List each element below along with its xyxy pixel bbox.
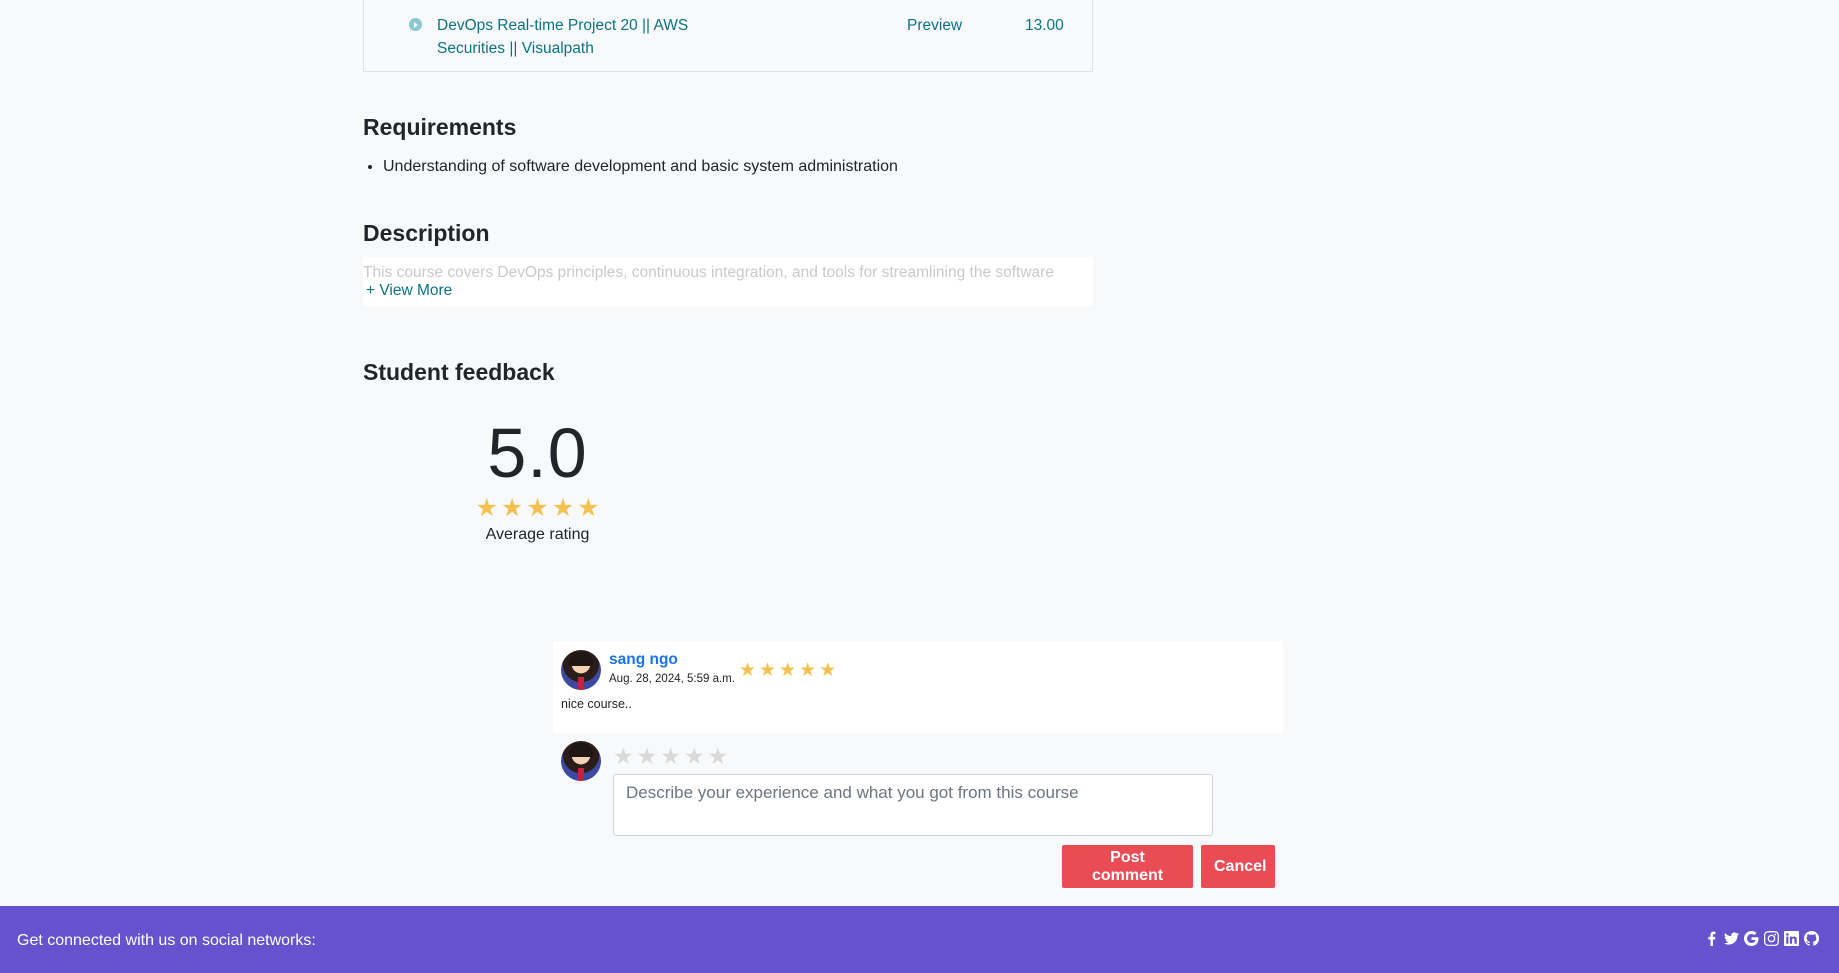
requirements-heading: Requirements <box>363 114 517 140</box>
description-box: This course covers DevOps principles, co… <box>363 257 1093 306</box>
curriculum-lecture-row[interactable]: DevOps Real-time Project 20 || AWS Secur… <box>363 0 1093 72</box>
github-icon[interactable] <box>1803 930 1819 947</box>
comment-form: ★ ★ ★ ★ ★ Post comment Cancel <box>553 737 1283 897</box>
star-icon: ★ <box>739 660 757 681</box>
review-date: Aug. 28, 2024, 5:59 a.m. <box>609 673 735 685</box>
requirements-list: Understanding of software development an… <box>383 156 898 178</box>
footer-social-text: Get connected with us on social networks… <box>17 932 316 949</box>
reviewer-avatar <box>561 650 601 690</box>
course-page: DevOps Real-time Project 20 || AWS Secur… <box>0 0 1839 973</box>
review-rating-stars: ★ ★ ★ ★ ★ <box>739 661 836 680</box>
description-text: This course covers DevOps principles, co… <box>363 264 1054 281</box>
google-icon[interactable] <box>1743 930 1759 947</box>
average-rating-label: Average rating <box>485 526 590 543</box>
star-icon: ★ <box>799 660 817 681</box>
instagram-icon[interactable] <box>1763 931 1779 947</box>
star-icon[interactable]: ★ <box>660 745 681 768</box>
lecture-title-link[interactable]: DevOps Real-time Project 20 || AWS Secur… <box>437 14 717 60</box>
average-rating-value: 5.0 <box>487 414 588 492</box>
review-text: nice course.. <box>561 697 632 711</box>
social-links <box>1703 930 1819 947</box>
user-avatar <box>561 741 601 781</box>
star-icon[interactable]: ★ <box>684 745 705 768</box>
star-icon[interactable]: ★ <box>613 745 634 768</box>
rating-input-stars[interactable]: ★ ★ ★ ★ ★ <box>613 745 728 768</box>
description-heading: Description <box>363 220 490 246</box>
star-icon: ★ <box>779 660 797 681</box>
twitter-icon[interactable] <box>1723 931 1739 947</box>
post-comment-button[interactable]: Post comment <box>1062 845 1193 888</box>
facebook-icon[interactable] <box>1703 931 1719 947</box>
star-icon[interactable]: ★ <box>708 745 729 768</box>
average-rating-block: 5.0 ★ ★ ★ ★ ★ Average rating <box>465 410 610 544</box>
comment-textarea[interactable] <box>613 774 1213 836</box>
linkedin-icon[interactable] <box>1783 931 1799 947</box>
star-icon: ★ <box>526 494 549 522</box>
footer: Get connected with us on social networks… <box>0 906 1839 973</box>
star-icon: ★ <box>819 660 837 681</box>
requirement-item: Understanding of software development an… <box>383 156 898 178</box>
star-icon: ★ <box>759 660 777 681</box>
star-icon: ★ <box>551 494 575 522</box>
student-feedback-heading: Student feedback <box>363 359 555 385</box>
star-icon[interactable]: ★ <box>637 745 658 768</box>
play-circle-icon <box>409 18 422 31</box>
view-more-link[interactable]: + View More <box>366 281 452 301</box>
review-card: sang ngo Aug. 28, 2024, 5:59 a.m. ★ ★ ★ … <box>553 641 1283 733</box>
average-rating-stars: ★ ★ ★ ★ ★ <box>475 496 599 521</box>
lecture-duration: 13.00 <box>1025 17 1064 34</box>
star-icon: ★ <box>475 494 498 522</box>
star-icon: ★ <box>577 494 600 522</box>
reviewer-name-link[interactable]: sang ngo <box>609 651 678 669</box>
cancel-button[interactable]: Cancel <box>1201 845 1275 888</box>
lecture-preview-link[interactable]: Preview <box>907 14 962 37</box>
star-icon: ★ <box>500 494 524 522</box>
